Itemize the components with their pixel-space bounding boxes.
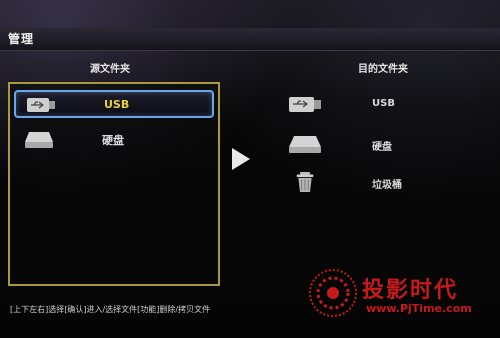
header-bar	[0, 28, 500, 51]
source-item-usb[interactable]: USB	[14, 90, 214, 118]
page-title: 管理	[8, 32, 35, 46]
copy-direction-arrow-icon	[232, 148, 250, 170]
destination-item-usb[interactable]: USB	[288, 92, 438, 118]
watermark-url: www.PjTime.com	[366, 302, 472, 315]
source-item-hard-disk[interactable]: 硬盘	[14, 126, 214, 154]
hard-disk-icon	[25, 132, 53, 148]
destination-folder-header: 目的文件夹	[358, 64, 408, 75]
usb-drive-icon	[289, 97, 321, 112]
source-folder-panel: USB 硬盘	[8, 82, 220, 286]
destination-item-trash[interactable]: 垃圾桶	[288, 170, 438, 196]
trash-icon	[296, 172, 314, 192]
source-item-label: 硬盘	[102, 134, 124, 147]
watermark: 投影时代 www.PjTime.com	[308, 266, 498, 324]
key-hint-bar: [上下左右]选择[确认]进入/选择文件[功能]删除/拷贝文件	[10, 305, 211, 314]
destination-item-label: USB	[372, 98, 395, 109]
usb-drive-icon	[27, 98, 55, 112]
hard-disk-icon	[289, 136, 321, 153]
destination-item-label: 垃圾桶	[372, 180, 402, 191]
watermark-logo-icon	[309, 269, 357, 317]
destination-item-label: 硬盘	[372, 142, 392, 153]
source-folder-header: 源文件夹	[90, 64, 130, 75]
destination-item-hard-disk[interactable]: 硬盘	[288, 132, 438, 158]
watermark-text: 投影时代	[362, 278, 459, 303]
source-item-label: USB	[104, 98, 130, 111]
